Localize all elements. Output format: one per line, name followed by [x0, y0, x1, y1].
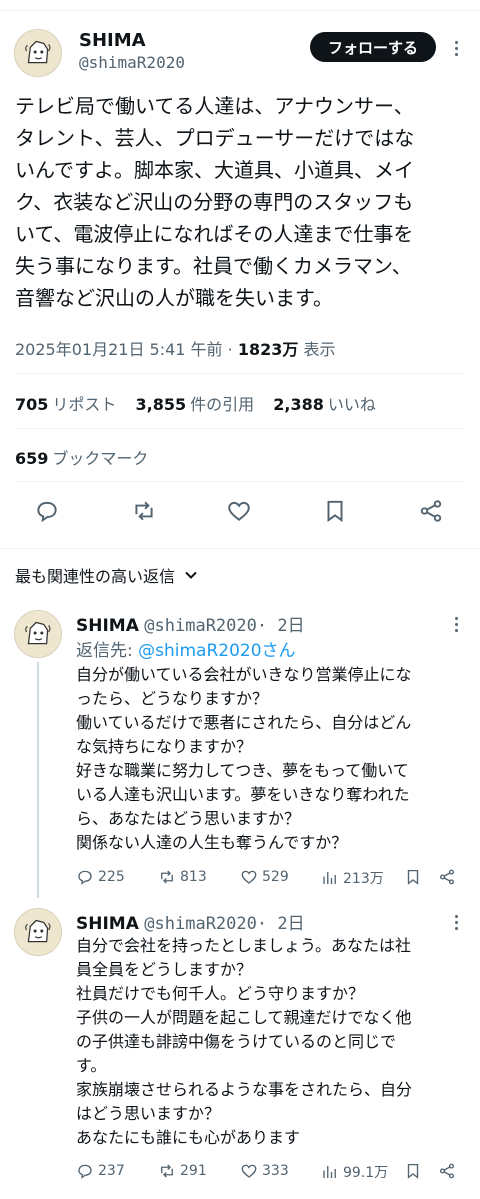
reply-action-bar: 225 813 529 213万 [76, 868, 466, 890]
avatar-illustration [15, 611, 61, 657]
reply-icon[interactable] [34, 498, 62, 526]
avatar-illustration [15, 30, 61, 76]
share-icon[interactable] [438, 868, 456, 886]
reply-views-count: 213万 [343, 871, 384, 887]
reply-likes-count: 333 [262, 1163, 289, 1179]
repost-icon [161, 1164, 173, 1178]
reply-to-link[interactable]: @shimaR2020さん [138, 641, 295, 661]
reply-avatar[interactable] [14, 908, 62, 956]
avatar-illustration [15, 909, 61, 955]
reply-reposts-count: 813 [180, 869, 207, 885]
heart-icon [241, 1164, 257, 1178]
quotes-count: 3,855 [135, 395, 187, 414]
reply-header: SHIMA @shimaR2020· 2日 [76, 611, 305, 636]
views-label: 表示 [298, 340, 336, 359]
likes-label: いいね [327, 395, 376, 414]
heart-icon[interactable] [226, 498, 254, 526]
action-bar [0, 496, 480, 528]
bookmarks-label: ブックマーク [52, 449, 149, 468]
reply-time[interactable]: · 2日 [257, 616, 305, 636]
reply-time[interactable]: · 2日 [257, 914, 305, 934]
section-divider [0, 548, 480, 549]
reply-views-button[interactable]: 99.1万 [321, 1162, 388, 1182]
reply-author-name[interactable]: SHIMA [76, 616, 139, 636]
views-icon [323, 1166, 336, 1178]
divider [15, 428, 465, 429]
reply-action-bar: 237 291 333 99.1万 [76, 1162, 466, 1184]
reposts-label: リポスト [52, 395, 117, 414]
tweet-text: テレビ局で働いてる人達は、アナウンサー、 タレント、芸人、プロデューサーだけでは… [15, 94, 415, 310]
reposts-stat[interactable]: 705 リポスト [15, 395, 116, 414]
reply-to-prefix: 返信先: [76, 641, 139, 661]
divider [15, 481, 465, 482]
author-name[interactable]: SHIMA [79, 30, 146, 51]
reply-reply-button[interactable]: 237 [76, 1162, 125, 1180]
engagement-stats: 705 リポスト 3,855 件の引用 2,388 いいね [15, 391, 390, 415]
repost-icon[interactable] [131, 498, 159, 526]
bookmarks-count: 659 [15, 449, 49, 468]
author-handle[interactable]: @shimaR2020 [79, 53, 185, 72]
reply-sort-selector[interactable]: 最も関連性の高い返信 [15, 563, 199, 587]
reposts-count: 705 [15, 395, 49, 414]
bookmarks-stat[interactable]: 659 ブックマーク [15, 445, 148, 469]
reply-author-handle[interactable]: @shimaR2020 [144, 616, 257, 636]
reply-to: 返信先: @shimaR2020さん [76, 636, 296, 661]
share-icon[interactable] [438, 1162, 456, 1180]
bookmark-icon[interactable] [404, 868, 422, 886]
avatar[interactable] [14, 29, 62, 77]
thread-line [37, 662, 39, 898]
reply-reply-button[interactable]: 225 [76, 868, 125, 886]
reply-text: 自分が働いている会社がいきなり営業停止にな ったら、どうなりますか？ 働いている… [76, 665, 412, 852]
reply-likes-count: 529 [262, 869, 289, 885]
reply-reposts-count: 291 [180, 1163, 207, 1179]
reply-text: 自分で会社を持ったとしましょう。あなたは社 員全員をどうしますか？ 社員だけでも… [76, 936, 413, 1147]
more-icon[interactable] [446, 612, 466, 636]
tweet-timestamp[interactable]: 2025年01月21日 5:41 午前 · 1823万 表示 [15, 336, 335, 360]
more-icon[interactable] [446, 910, 466, 934]
reply-replies-count: 225 [98, 869, 125, 885]
reply-sort-label: 最も関連性の高い返信 [15, 567, 176, 586]
reply-icon [78, 870, 92, 885]
reply-icon [78, 1164, 92, 1179]
reply-replies-count: 237 [98, 1163, 125, 1179]
reply-author-handle[interactable]: @shimaR2020 [144, 914, 257, 934]
chevron-down-icon [185, 571, 197, 579]
reply-like-button[interactable]: 333 [240, 1162, 289, 1180]
reply-repost-button[interactable]: 813 [158, 868, 207, 886]
share-icon[interactable] [418, 498, 446, 526]
reply-views-count: 99.1万 [343, 1165, 389, 1181]
repost-icon [161, 870, 173, 884]
top-divider [0, 10, 480, 11]
bookmark-icon[interactable] [404, 1162, 422, 1180]
likes-stat[interactable]: 2,388 いいね [273, 395, 376, 414]
likes-count: 2,388 [273, 395, 324, 414]
quotes-stat[interactable]: 3,855 件の引用 [136, 395, 255, 414]
reply-like-button[interactable]: 529 [240, 868, 289, 886]
reply-author-name[interactable]: SHIMA [76, 914, 139, 934]
more-icon[interactable] [446, 36, 466, 60]
views-icon [323, 872, 336, 884]
reply-views-button[interactable]: 213万 [321, 868, 384, 888]
heart-icon [241, 870, 257, 884]
views-count: 1823万 [237, 340, 299, 359]
reply-header: SHIMA @shimaR2020· 2日 [76, 909, 305, 934]
timestamp-text: 2025年01月21日 5:41 午前 · [15, 340, 238, 359]
divider [15, 373, 465, 374]
follow-button[interactable]: フォローする [310, 32, 436, 62]
reply-avatar[interactable] [14, 610, 62, 658]
reply-repost-button[interactable]: 291 [158, 1162, 207, 1180]
bookmark-icon[interactable] [322, 498, 350, 526]
quotes-label: 件の引用 [190, 395, 255, 414]
